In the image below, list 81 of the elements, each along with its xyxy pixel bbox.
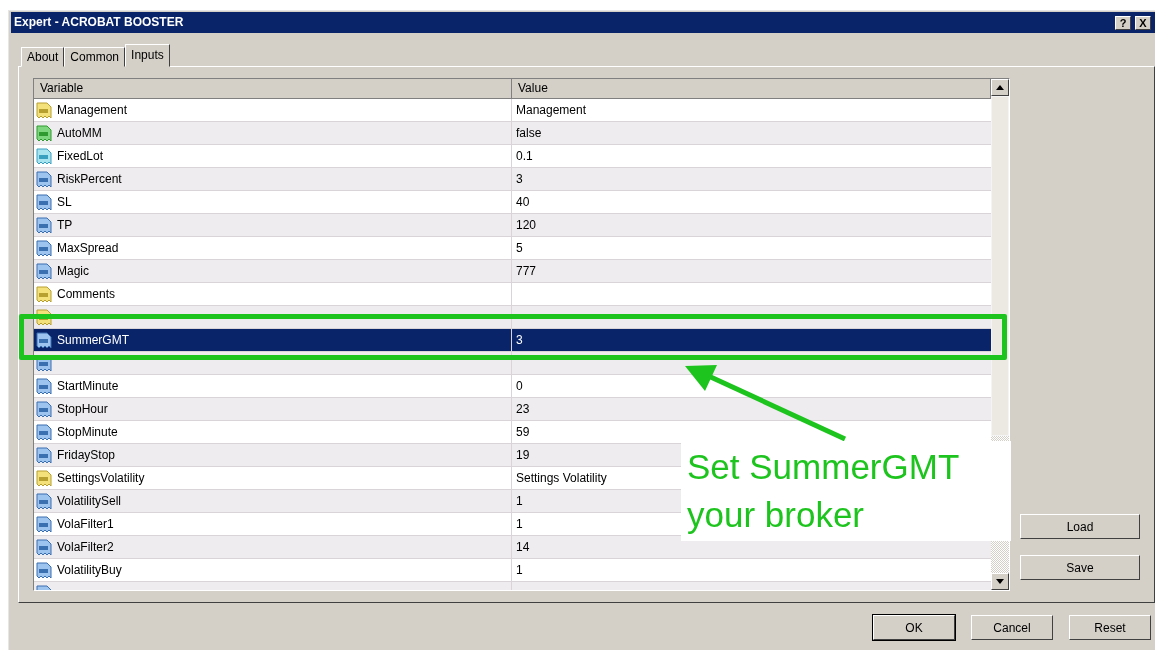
document-icon: [36, 561, 52, 579]
table-cell-text: FixedLot: [57, 148, 104, 165]
table-row[interactable]: VolaFilter2 14: [34, 536, 991, 559]
document-icon: [36, 285, 52, 303]
close-button[interactable]: X: [1135, 15, 1151, 30]
document-icon: [36, 101, 52, 119]
table-cell-text: AutoMM: [57, 125, 102, 142]
table-row[interactable]: AutoMM false: [34, 122, 991, 145]
document-icon: [36, 124, 52, 142]
table-cell: 1: [516, 517, 523, 531]
table-cell: 1: [516, 563, 523, 577]
table-cell-text: TP: [57, 217, 73, 234]
table-cell: 5: [516, 241, 523, 255]
document-icon: [36, 538, 52, 556]
column-header[interactable]: Variable: [34, 79, 512, 98]
down-arrow-icon: [996, 579, 1004, 584]
table-cell-text: SummerGMT: [57, 332, 129, 349]
help-button[interactable]: ?: [1115, 15, 1131, 30]
table-cell-text: Magic: [57, 263, 89, 280]
table-cell-text: Management: [57, 102, 128, 119]
table-cell: 3: [516, 333, 523, 347]
table-cell-text: VolaFilter1: [57, 516, 114, 533]
table-cell: 19: [516, 448, 530, 462]
cancel-button[interactable]: Cancel: [971, 615, 1053, 640]
document-icon: [36, 515, 52, 533]
document-icon: [36, 262, 52, 280]
table-cell-text: SL: [57, 194, 72, 211]
table-cell-text: SettingsVolatility: [57, 470, 145, 487]
table-row[interactable]: RiskPercent 3: [34, 168, 991, 191]
table-cell-text: VolaFilter2: [57, 539, 114, 556]
document-icon: [36, 331, 52, 349]
table-cell: 1: [516, 494, 523, 508]
document-icon: [36, 216, 52, 234]
table-cell: Settings Volatility: [516, 471, 607, 485]
ok-button[interactable]: OK: [873, 615, 955, 640]
tab[interactable]: Common: [64, 47, 126, 67]
scroll-thumb[interactable]: [991, 96, 1009, 436]
table-cell-text: StopMinute: [57, 424, 118, 441]
document-icon: [36, 400, 52, 418]
table-cell: 0.1: [516, 149, 533, 163]
table-cell-text: FridayStop: [57, 447, 116, 464]
document-icon: [36, 147, 52, 165]
annotation-tooltip: Set SummerGMT your broker: [681, 441, 1011, 541]
table-cell-text: VolatilityBuy: [57, 562, 122, 579]
load-button[interactable]: Load: [1020, 514, 1140, 539]
scroll-up-button[interactable]: [991, 79, 1009, 96]
table-cell: 777: [516, 264, 537, 278]
document-icon: [36, 377, 52, 395]
table-cell: 0: [516, 379, 523, 393]
document-icon: [36, 423, 52, 441]
table-cell-text: Comments: [57, 286, 115, 303]
table-row[interactable]: TP 120: [34, 214, 991, 237]
table-cell-text: MaxSpread: [57, 240, 119, 257]
table-cell: 23: [516, 402, 530, 416]
table-cell-text: StartMinute: [57, 378, 119, 395]
tab[interactable]: Inputs: [125, 44, 170, 67]
save-button[interactable]: Save: [1020, 555, 1140, 580]
scroll-down-button[interactable]: [991, 573, 1009, 590]
document-icon: [36, 469, 52, 487]
table-cell-text: RiskPercent: [57, 171, 122, 188]
table-row[interactable]: StopHour 23: [34, 398, 991, 421]
document-icon: [36, 193, 52, 211]
table-cell: Management: [516, 103, 587, 117]
document-icon: [36, 239, 52, 257]
table-cell: 120: [516, 218, 537, 232]
tab[interactable]: About: [21, 47, 65, 67]
table-row[interactable]: Magic 777: [34, 260, 991, 283]
up-arrow-icon: [996, 85, 1004, 90]
table-cell-text: VolatilitySell: [57, 493, 122, 510]
table-cell: false: [516, 126, 542, 140]
table-cell: 3: [516, 172, 523, 186]
table-cell: 14: [516, 540, 530, 554]
window-title: Expert - ACROBAT BOOSTER: [14, 14, 185, 31]
table-cell: 59: [516, 425, 530, 439]
table-cell-text: StopHour: [57, 401, 108, 418]
reset-button[interactable]: Reset: [1069, 615, 1151, 640]
document-icon: [36, 170, 52, 188]
table-row[interactable]: SummerGMT 3: [34, 329, 991, 352]
document-icon: [36, 492, 52, 510]
table-cell: 40: [516, 195, 530, 209]
document-icon: [36, 446, 52, 464]
